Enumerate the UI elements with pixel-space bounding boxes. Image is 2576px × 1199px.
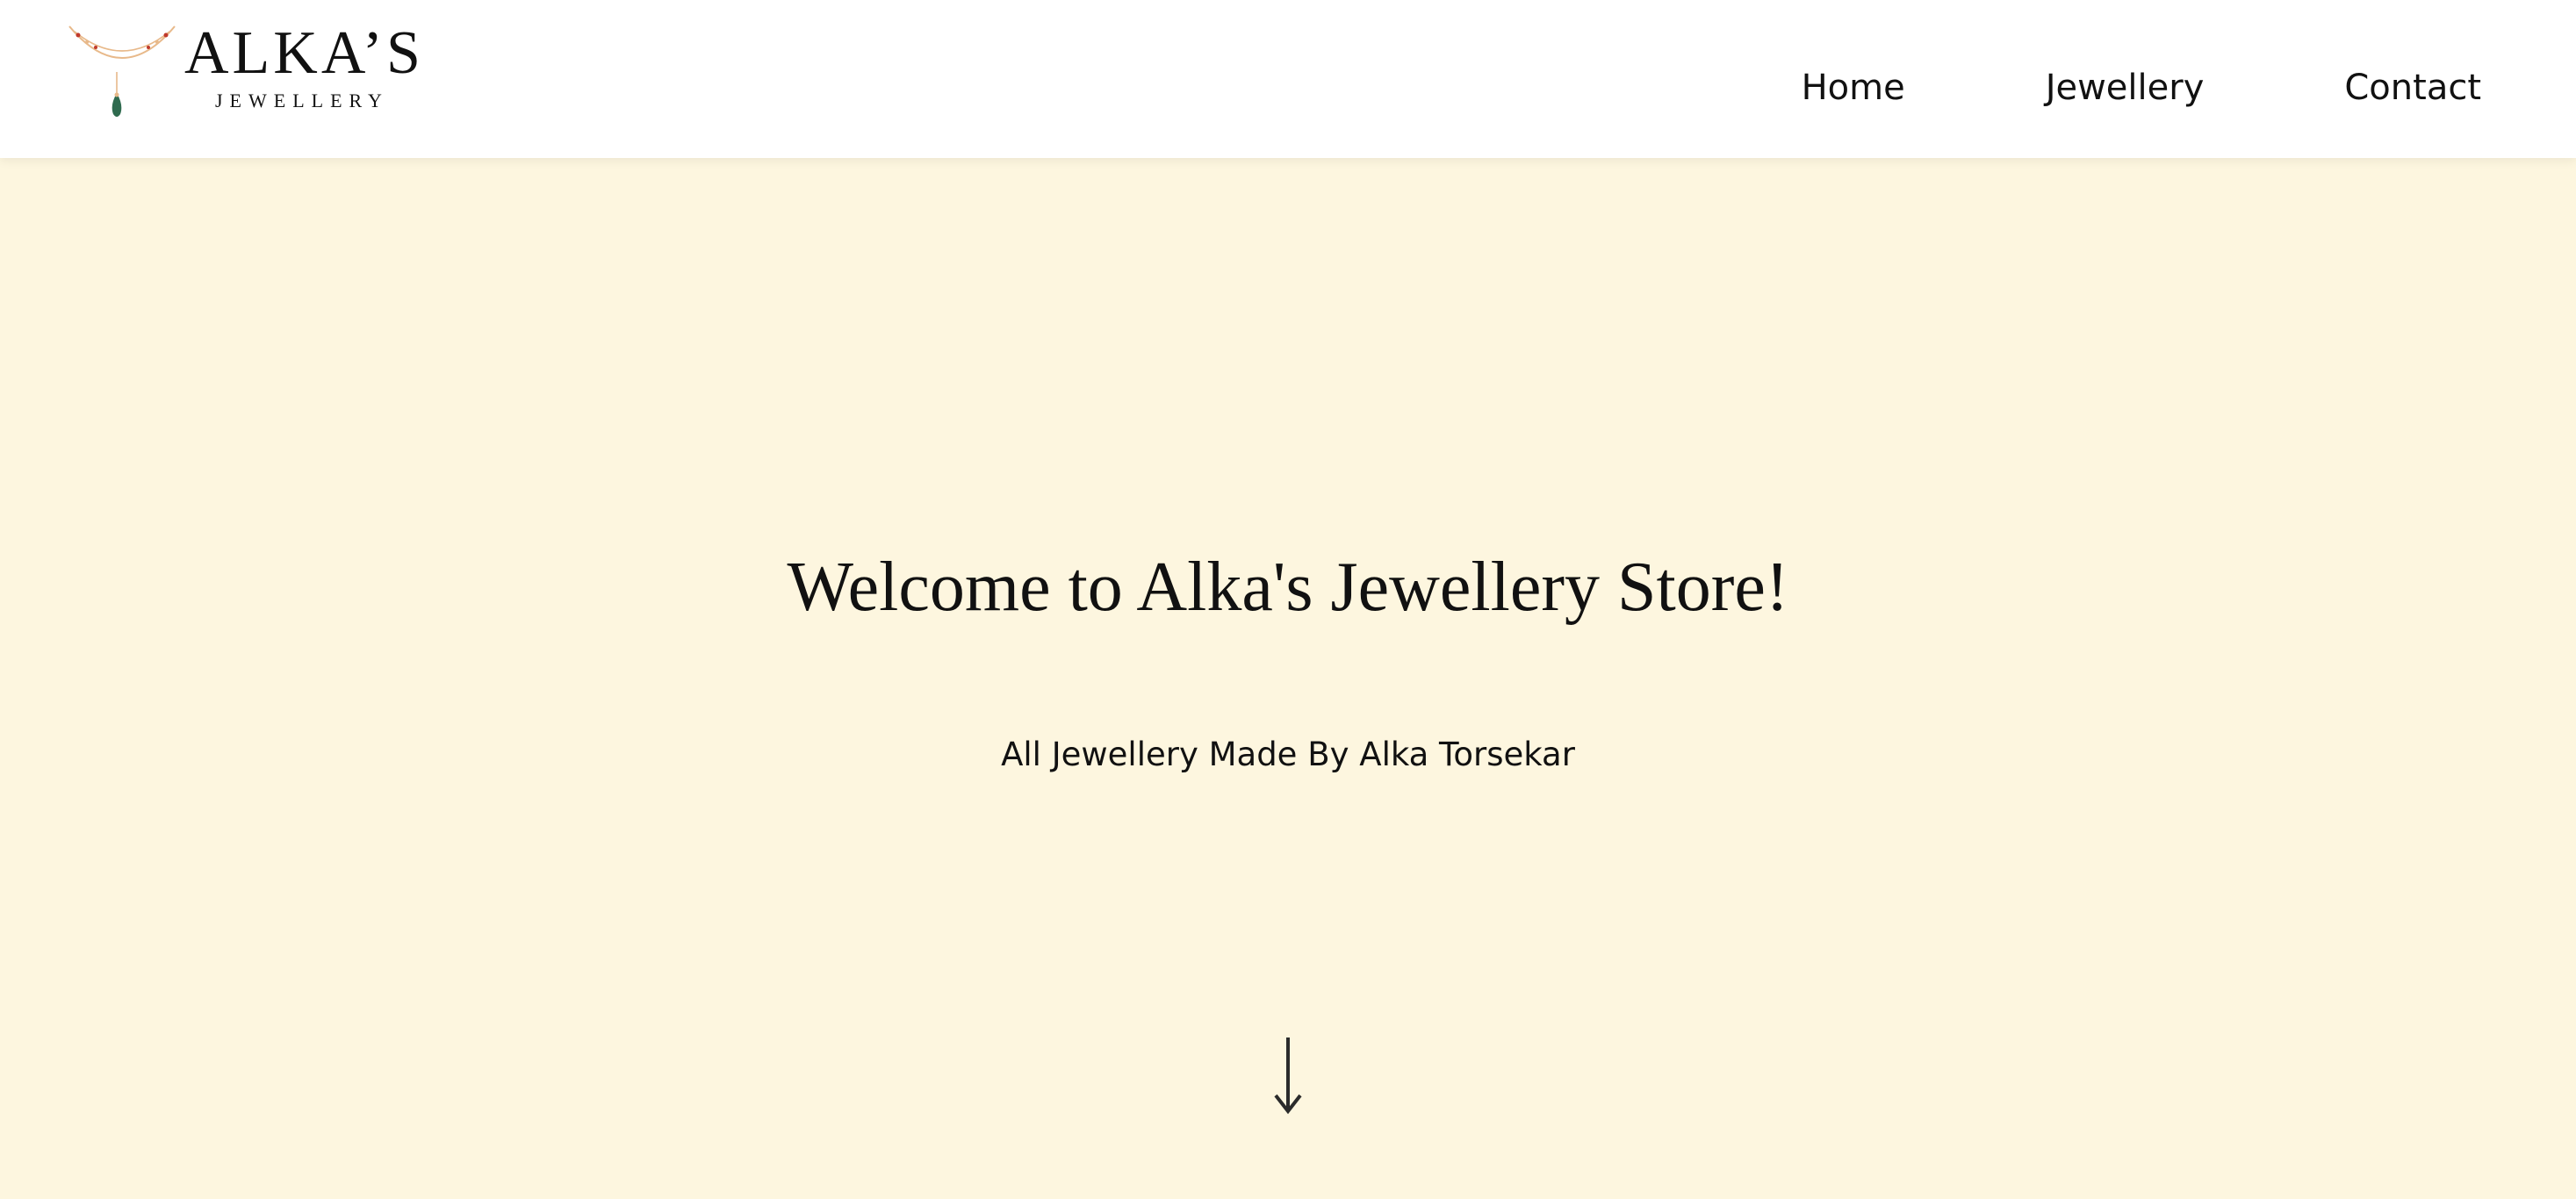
- page: ALKA’S JEWELLERY Home Jewellery Contact …: [0, 0, 2576, 1199]
- brand-name: ALKA’S: [184, 19, 424, 87]
- hero-title: Welcome to Alka's Jewellery Store!: [787, 549, 1789, 626]
- site-header: ALKA’S JEWELLERY Home Jewellery Contact: [0, 0, 2576, 158]
- necklace-logo-icon: [68, 25, 176, 117]
- hero-subtitle: All Jewellery Made By Alka Torsekar: [1001, 736, 1575, 773]
- site-logo[interactable]: ALKA’S JEWELLERY: [66, 19, 421, 125]
- main-nav: Home Jewellery Contact: [1802, 68, 2481, 107]
- brand-tagline: JEWELLERY: [215, 90, 389, 111]
- nav-jewellery[interactable]: Jewellery: [2046, 68, 2205, 107]
- arrow-down-icon: [1274, 1037, 1302, 1115]
- nav-contact[interactable]: Contact: [2344, 68, 2481, 107]
- scroll-down-button[interactable]: [1270, 1036, 1306, 1115]
- nav-home[interactable]: Home: [1802, 68, 1905, 107]
